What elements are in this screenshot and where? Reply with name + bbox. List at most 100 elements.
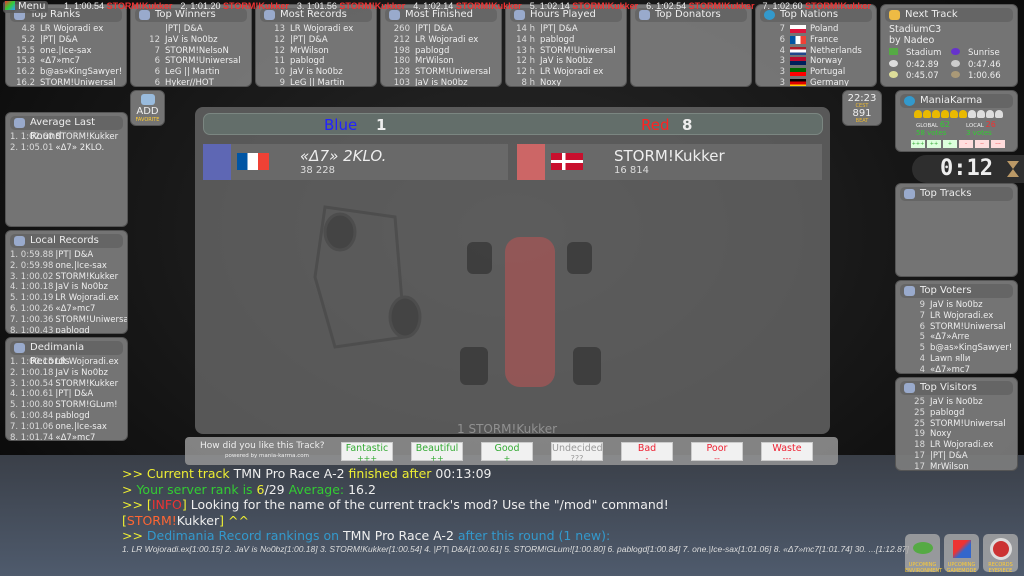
- top-visitors-panel: Top Visitors 25 JaV is No0bz 25 pablogd 25 STO…: [895, 377, 1018, 471]
- ticker-entry: 5. 1:02.14 STORM!Kukker: [529, 1, 639, 11]
- hours-played-panel: Hours Played 14 h |PT| D&A 14 h pablogd 13 hS…: [505, 4, 627, 87]
- list-item: 3. 1:00.54 STORM!Kukker: [10, 378, 119, 389]
- karma-cup-icon: [995, 110, 1003, 118]
- list-item: 180 MrWilson: [393, 56, 454, 67]
- chat-message: >> Current track TMN Pro Race A-2 finish…: [122, 466, 492, 481]
- vote-undecided-button[interactable]: Undecided???: [551, 442, 603, 463]
- local-records-panel: Local Records 1. 0:59.88 |PT| D&A 2. 0:59.9…: [5, 230, 128, 334]
- hourglass-icon: [1007, 161, 1019, 169]
- gold-medal-icon: [951, 59, 960, 67]
- ticker-entry: 2. 1:01.20 STORM!Kukker: [180, 1, 289, 11]
- list-item: 2. 1:05.01 «Δ7» 2KLO.: [10, 142, 105, 153]
- karma-cup-icon: [941, 110, 949, 118]
- vote-fantastic-button[interactable]: Fantastic +++: [341, 442, 393, 463]
- team-score-bar: Blue 1 Red 8: [203, 113, 823, 135]
- karma-vote-button[interactable]: --: [975, 140, 989, 148]
- list-item: 8. 1:01.74 «Δ7»mc7: [10, 432, 96, 441]
- chat-message: > Your server rank is 6/29 Average: 16.2: [122, 481, 376, 497]
- list-item: 212 LR Wojoradi ex: [393, 34, 479, 45]
- list-item: 4. 1:00.18 JaV is No0bz: [10, 282, 108, 293]
- menu-button[interactable]: Menu: [3, 1, 49, 13]
- chat-message: >> Dedimania Record rankings on TMN Pro …: [122, 528, 611, 543]
- list-item: 198 pablogd: [393, 45, 450, 56]
- list-item: 12 JaV is No0bz: [149, 34, 218, 45]
- karma-cup-icon: [923, 110, 931, 118]
- chat-message: >> [INFO] Looking for the name of the cu…: [122, 497, 669, 512]
- list-item: 6 STORM!Uniwersal: [154, 56, 241, 67]
- panel-title: Top Tracks: [900, 187, 1013, 201]
- menu-icon: [5, 1, 15, 10]
- list-item: 14 h pablogd: [516, 34, 575, 45]
- top-tracks-icon: [904, 189, 915, 199]
- karma-cup-icon: [977, 110, 985, 118]
- panel-title: Local Records: [10, 234, 123, 248]
- list-item: 3. 1:00.02 STORM!Kukker: [10, 271, 119, 282]
- panel-title: Dedimania Records: [10, 341, 123, 367]
- eyepiece-face-icon: [990, 538, 1012, 560]
- karma-cup-icon: [914, 110, 922, 118]
- nation-row: 3 Portugal: [779, 67, 846, 78]
- records-eyepiece-button[interactable]: RECORDS EYEPIECE: [983, 534, 1018, 574]
- france-flag-icon: [790, 35, 806, 44]
- denmark-flag-icon: [551, 153, 583, 170]
- list-item: 103 JaV is No0bz: [393, 77, 468, 87]
- list-item: 7 LR Wojoradi.ex: [919, 310, 994, 321]
- karma-vote-button[interactable]: ++: [927, 140, 941, 148]
- list-item: 5. 1:00.19 LR Wojoradi.ex: [10, 293, 119, 304]
- list-item: 7. 1:01.06 one.|Ice-sax: [10, 421, 107, 432]
- bronze-medal-icon: [951, 71, 960, 78]
- vote-beautiful-button[interactable]: Beautiful ++: [411, 442, 463, 463]
- poland-flag-icon: [790, 25, 806, 33]
- list-item: 4 Lawn яllи: [919, 353, 971, 364]
- vote-bad-button[interactable]: Bad -: [621, 442, 673, 463]
- environment-icon: [889, 48, 898, 55]
- ticker-entry: 1. 1:00.54 STORM!Kukker: [64, 1, 173, 11]
- top-visitors-icon: [904, 383, 915, 393]
- list-item: 4. 1:00.61 |PT| D&A: [10, 389, 94, 400]
- list-item: 25 JaV is No0bz: [914, 397, 983, 407]
- leader-watermark: 1 STORM!Kukker: [457, 422, 558, 436]
- top-tracks-panel: Top Tracks: [895, 183, 1018, 277]
- next-track-author: by Nadeo: [889, 35, 935, 46]
- germany-flag-icon: [790, 78, 806, 86]
- ticker-entry: 3. 1:01.56 STORM!Kukker: [296, 1, 406, 11]
- karma-vote-button[interactable]: ---: [991, 140, 1005, 148]
- vote-waste-button[interactable]: Waste ---: [761, 442, 813, 463]
- karma-cup-icon: [968, 110, 976, 118]
- list-item: 260 |PT| D&A: [393, 24, 453, 34]
- list-item: 25 pablogd: [914, 407, 965, 418]
- list-item: 12 h JaV is No0bz: [516, 56, 593, 67]
- list-item: 15.5 one.|Ice-sax: [16, 45, 92, 56]
- nation-row: 3 Norway: [779, 56, 843, 67]
- karma-cup-icon: [932, 110, 940, 118]
- dedimania-ranking-line: 1. LR Wojoradi.ex[1:00.15] 2. JaV is No0…: [122, 544, 909, 554]
- list-item: 14 h |PT| D&A: [516, 24, 578, 34]
- karma-vote-button[interactable]: +++: [911, 140, 925, 148]
- dedimania-records-icon: [14, 343, 25, 353]
- panel-title: Top Visitors: [900, 381, 1013, 395]
- add-favorite-button[interactable]: ADD FAVORITE: [130, 90, 165, 126]
- author-medal-icon: [889, 59, 898, 67]
- list-item: 17 |PT| D&A: [914, 450, 968, 461]
- list-item: 5 «Δ7»Arre: [919, 332, 970, 343]
- top-voters-icon: [904, 286, 915, 296]
- karma-vote-button[interactable]: +: [943, 140, 957, 148]
- vote-good-button[interactable]: Good +: [481, 442, 533, 463]
- dedimania-records-panel: Dedimania Records1. 1:00.15LR Wojoradi.e…: [5, 337, 128, 441]
- clock-panel: 22:23 CEST 891 BEAT: [842, 90, 882, 126]
- karma-vote-button[interactable]: -: [959, 140, 973, 148]
- vote-poor-button[interactable]: Poor --: [691, 442, 743, 463]
- nation-row: 4 Netherlands: [779, 45, 862, 56]
- mania-karma-panel: ManiaKarma GLOBAL 62 58 votes LOCAL 26 3 v…: [895, 90, 1018, 152]
- list-item: 8 h Noxy: [521, 77, 562, 87]
- upcoming-gamemode-button[interactable]: UPCOMING GAMEMODE: [944, 534, 979, 574]
- nation-row: 6 France: [779, 34, 839, 45]
- round-timer: 0:12: [912, 155, 1024, 183]
- next-track-panel[interactable]: Next Track StadiumC3 by Nadeo Stadium Su…: [880, 4, 1018, 87]
- list-item: 15.8 «Δ7»mc7: [16, 56, 80, 67]
- race-car-right: [460, 237, 601, 387]
- upcoming-environment-button[interactable]: UPCOMING ENVIRONMENT: [905, 534, 942, 574]
- nation-row: 3 Germany: [779, 77, 850, 87]
- gamemode-icon: [953, 540, 971, 558]
- average-last-round-panel: Average Last Round1. 1:02.60STORM!Kukker…: [5, 112, 128, 227]
